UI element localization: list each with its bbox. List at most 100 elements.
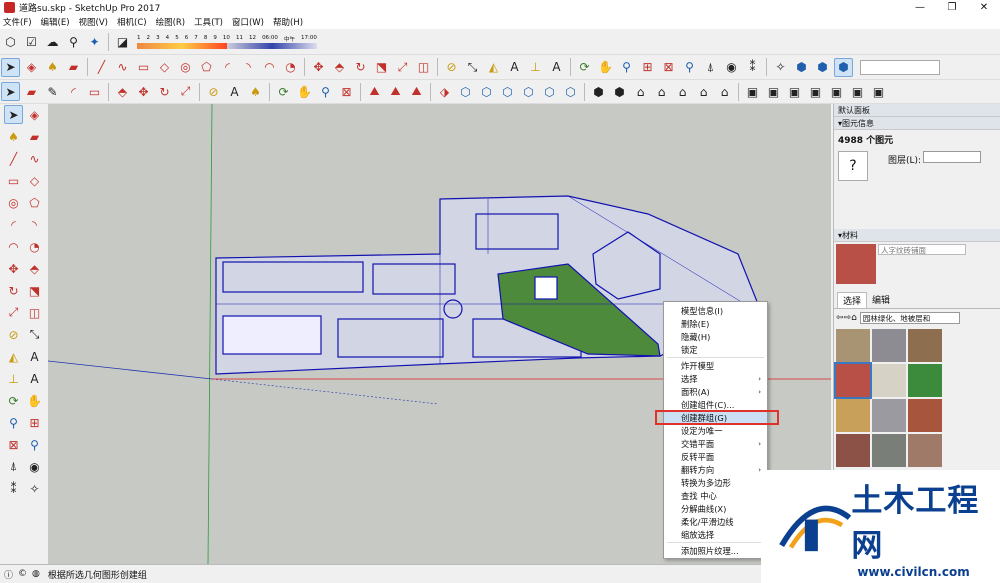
swatch-cobble[interactable] <box>872 434 906 467</box>
zoom-icon[interactable]: ⚲ <box>617 58 636 77</box>
section-tool-icon[interactable]: ✧ <box>25 479 44 498</box>
menu-item-add-photo-texture[interactable]: 添加照片纹理... <box>664 544 767 557</box>
style-icon-3[interactable]: ▣ <box>785 82 804 101</box>
dimension-tool-icon[interactable]: ⤡ <box>25 325 44 344</box>
swatch-tile[interactable] <box>872 364 906 397</box>
user-icon[interactable]: ◍ <box>32 569 40 579</box>
zoomext-tool-icon[interactable]: ⊠ <box>4 435 23 454</box>
material-library-select[interactable]: 园林绿化、地被层和 <box>859 312 960 324</box>
menu-item-soften-edges[interactable]: 柔化/平滑边线 <box>664 515 767 528</box>
scale-icon-2[interactable]: ⤢ <box>176 82 195 101</box>
menu-help[interactable]: 帮助(H) <box>273 16 303 28</box>
style-icon-7[interactable]: ▣ <box>869 82 888 101</box>
text-icon[interactable]: A <box>505 58 524 77</box>
style-icon-5[interactable]: ▣ <box>827 82 846 101</box>
scale-icon[interactable]: ⤢ <box>393 58 412 77</box>
layer-dropdown[interactable] <box>860 59 940 75</box>
cube-icon[interactable]: ⬡ <box>1 32 20 51</box>
rectangle-icon[interactable]: ▭ <box>134 58 153 77</box>
menu-item-model-info[interactable]: 模型信息(I) <box>664 304 767 317</box>
minimize-button[interactable]: — <box>904 0 936 15</box>
eraser-icon[interactable]: ▰ <box>64 58 83 77</box>
look-around-icon[interactable]: ◉ <box>722 58 741 77</box>
freehand-icon[interactable]: ∿ <box>113 58 132 77</box>
material-name-field[interactable]: 人字纹砖铺面 <box>878 244 966 255</box>
menu-item-convert-polygon[interactable]: 转换为多边形 <box>664 476 767 489</box>
cloud-upload-icon[interactable]: ☁ <box>43 32 62 51</box>
tape-tool-icon[interactable]: ⊘ <box>4 325 23 344</box>
arc-icon[interactable]: ◜ <box>218 58 237 77</box>
style-icon-4[interactable]: ▣ <box>806 82 825 101</box>
tape-icon-2[interactable]: ⊘ <box>204 82 223 101</box>
zoom-window-icon[interactable]: ⊞ <box>638 58 657 77</box>
zoom-extents-icon[interactable]: ⊠ <box>659 58 678 77</box>
entity-info-header[interactable]: ▾ 图元信息 <box>834 117 1000 130</box>
walk-icon[interactable]: ⁑ <box>743 58 762 77</box>
check-icon[interactable]: ☑ <box>22 32 41 51</box>
style-icon-2[interactable]: ▣ <box>764 82 783 101</box>
menu-item-flip-along[interactable]: 翻转方向 › <box>664 463 767 476</box>
tab-edit[interactable]: 编辑 <box>867 292 895 308</box>
axes-tool-icon[interactable]: ⊥ <box>4 369 23 388</box>
swatch-grate[interactable] <box>872 399 906 432</box>
circle-icon[interactable]: ◎ <box>176 58 195 77</box>
scale-tool-icon[interactable]: ⤢ <box>4 303 23 322</box>
line-tool-icon[interactable]: ╱ <box>4 149 23 168</box>
back-edges-icon[interactable]: ⬢ <box>610 82 629 101</box>
rotated-rectangle-icon[interactable]: ◇ <box>155 58 174 77</box>
menu-item-zoom-selection[interactable]: 缩放选择 <box>664 528 767 541</box>
iso-view-icon[interactable]: ⬡ <box>456 82 475 101</box>
hidden-line-icon[interactable]: ⌂ <box>652 82 671 101</box>
offset-icon[interactable]: ◫ <box>414 58 433 77</box>
pan-tool-icon[interactable]: ✋ <box>25 391 44 410</box>
menu-item-intersect[interactable]: 交错平面 › <box>664 437 767 450</box>
rotate-icon-2[interactable]: ↻ <box>155 82 174 101</box>
walk-tool-icon[interactable]: ⁑ <box>4 479 23 498</box>
push-pull-icon-2[interactable]: ⬘ <box>113 82 132 101</box>
restore-button[interactable]: ❐ <box>936 0 968 15</box>
follow-me-icon[interactable]: ⬔ <box>372 58 391 77</box>
forward-arrow-icon[interactable]: ⇨ <box>844 313 852 323</box>
menu-camera[interactable]: 相机(C) <box>117 16 147 28</box>
pie-tool-icon[interactable]: ◔ <box>25 237 44 256</box>
3d-text-icon[interactable]: A <box>547 58 566 77</box>
rectangle-tool-icon[interactable]: ▭ <box>4 171 23 190</box>
axes-icon[interactable]: ⊥ <box>526 58 545 77</box>
text-icon-2[interactable]: A <box>225 82 244 101</box>
rotate-tool-icon[interactable]: ↻ <box>4 281 23 300</box>
shadow-settings-slider[interactable]: 1 2 3 4 5 6 7 8 9 10 11 12 06:00 中午 17:00 <box>137 35 317 49</box>
paint-icon-2[interactable]: ♠ <box>246 82 265 101</box>
followme-tool-icon[interactable]: ⬔ <box>25 281 44 300</box>
menu-edit[interactable]: 编辑(E) <box>41 16 70 28</box>
menu-file[interactable]: 文件(F) <box>3 16 32 28</box>
swatch-pebble[interactable] <box>908 329 942 362</box>
extension-warehouse-icon[interactable]: ⬢ <box>813 58 832 77</box>
orbit-tool-icon[interactable]: ⟳ <box>4 391 23 410</box>
protractor-tool-icon[interactable]: ◭ <box>4 347 23 366</box>
menu-tools[interactable]: 工具(T) <box>194 16 223 28</box>
pan-icon[interactable]: ✋ <box>596 58 615 77</box>
make-component-icon[interactable]: ◈ <box>22 58 41 77</box>
menu-item-hide[interactable]: 隐藏(H) <box>664 330 767 343</box>
menu-item-find-center[interactable]: 查找 中心 <box>664 489 767 502</box>
home-icon[interactable]: ⌂ <box>851 313 857 323</box>
wireframe-icon[interactable]: ⌂ <box>631 82 650 101</box>
dimension-icon[interactable]: ⤡ <box>463 58 482 77</box>
close-button[interactable]: ✕ <box>968 0 1000 15</box>
select-arrow-icon[interactable]: ➤ <box>1 57 20 77</box>
arc-tool-icon[interactable]: ◜ <box>4 215 23 234</box>
shaded-icon[interactable]: ⌂ <box>673 82 692 101</box>
back-view-icon[interactable]: ⬡ <box>540 82 559 101</box>
zoom-extents-icon-2[interactable]: ⊠ <box>337 82 356 101</box>
paint-bucket-icon[interactable]: ♠ <box>43 58 62 77</box>
move-tool-icon[interactable]: ✥ <box>4 259 23 278</box>
two-point-arc-icon[interactable]: ◝ <box>239 58 258 77</box>
rotate-icon[interactable]: ↻ <box>351 58 370 77</box>
info-icon[interactable]: ⓘ <box>4 568 13 581</box>
protractor-icon[interactable]: ◭ <box>484 58 503 77</box>
polygon-tool-icon[interactable]: ⬠ <box>25 193 44 212</box>
polygon-icon[interactable]: ⬠ <box>197 58 216 77</box>
menu-item-reverse-faces[interactable]: 反转平面 <box>664 450 767 463</box>
tape-measure-icon[interactable]: ⊘ <box>442 58 461 77</box>
swatch-sand[interactable] <box>836 399 870 432</box>
